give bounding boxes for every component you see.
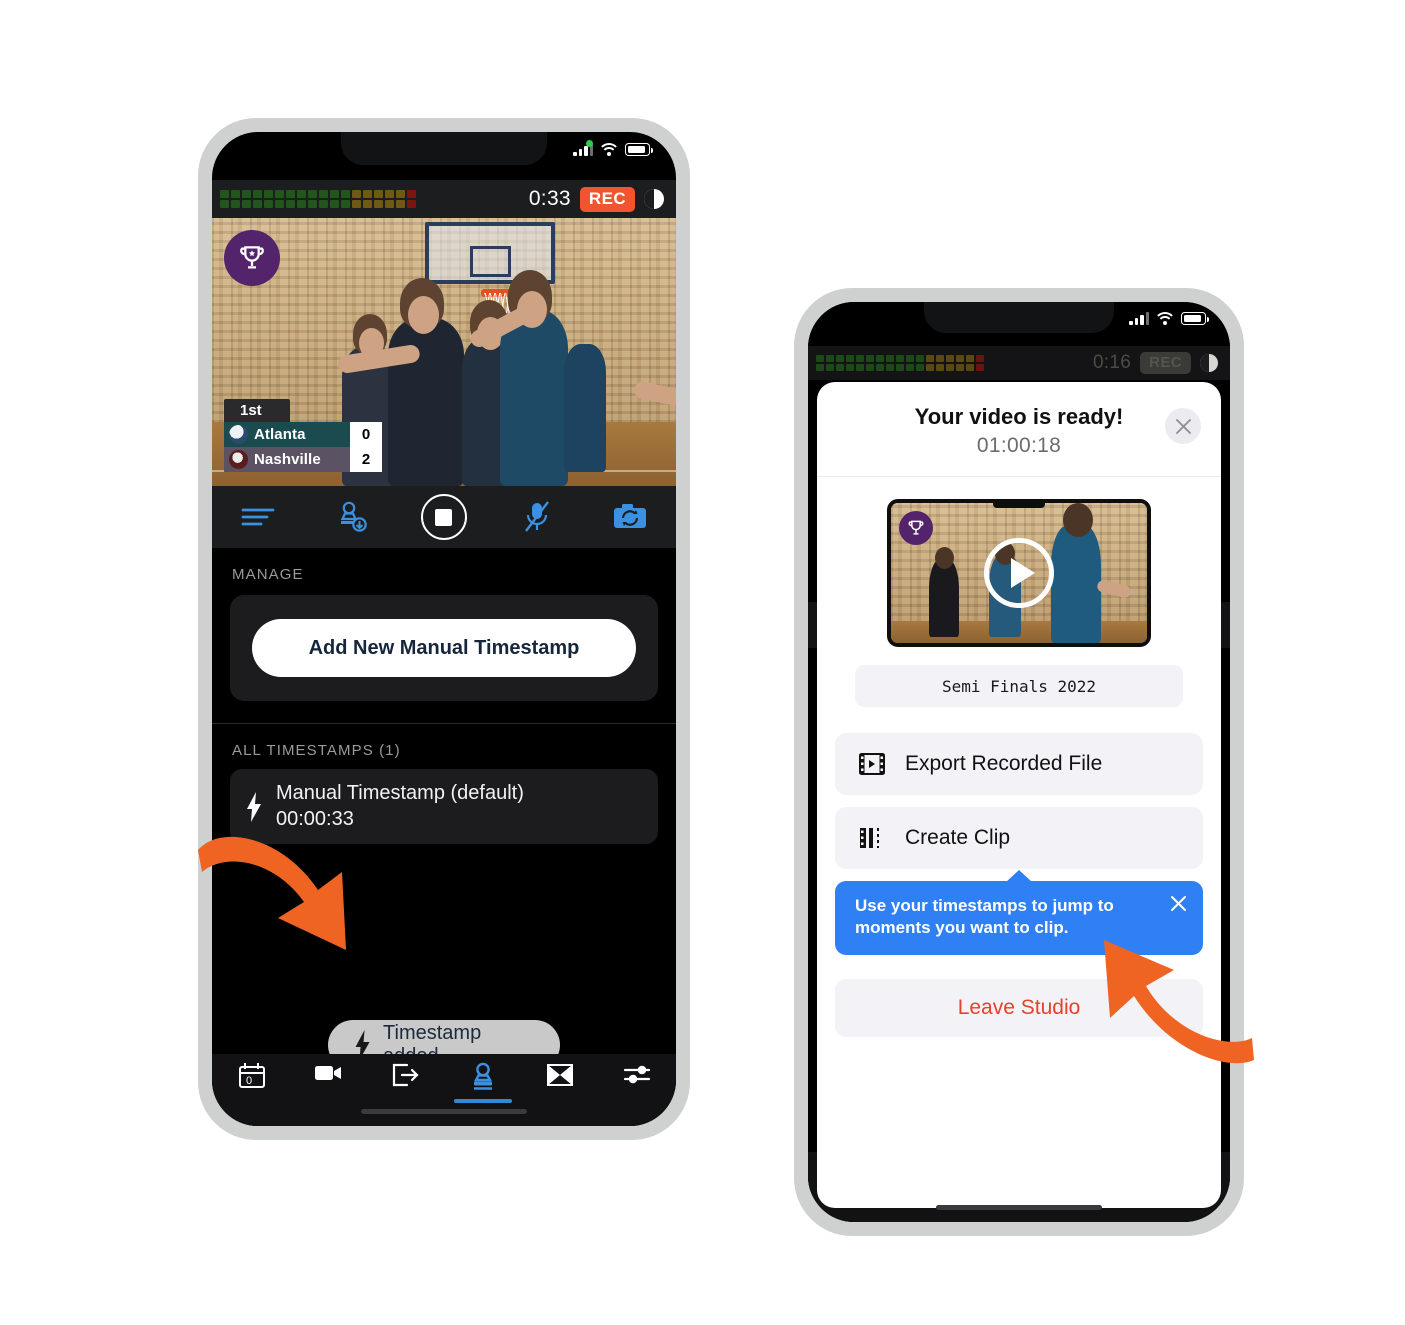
rec-status-group: 0:16 REC — [1093, 352, 1218, 374]
device-notch — [993, 503, 1045, 508]
tooltip-text: Use your timestamps to jump to moments y… — [855, 896, 1114, 938]
add-new-manual-timestamp-button[interactable]: Add New Manual Timestamp — [252, 619, 636, 677]
sidebar-item-export[interactable] — [367, 1062, 444, 1088]
scoreboard-overlay: 1st Atlanta 0 Nashville 2 — [224, 399, 382, 472]
trophy-badge-icon — [224, 230, 280, 286]
sidebar-item-scoreboard[interactable]: 0 — [212, 1062, 289, 1090]
phone-right: 0:16 REC Your video is ready! 01:00:18 S… — [794, 288, 1244, 1236]
home-indicator — [361, 1109, 527, 1114]
battery-icon — [625, 143, 653, 156]
manage-card: Add New Manual Timestamp — [230, 595, 658, 701]
mic-muted-icon[interactable] — [490, 500, 583, 534]
add-stamp-icon[interactable] — [305, 500, 398, 534]
recording-app-bar: 0:33 REC — [212, 180, 676, 218]
live-video-preview[interactable]: 1st Atlanta 0 Nashville 2 — [212, 218, 676, 486]
elapsed-time: 0:16 — [1092, 352, 1132, 373]
screenshot-canvas: 0:33 REC 1st Atlanta 0 Nashville 2 MANAG… — [0, 0, 1405, 1325]
modal-actions: Export Recorded File Create Clip — [817, 733, 1221, 869]
player-figure — [564, 344, 606, 472]
ios-status-bar — [573, 143, 653, 156]
timestamps-panel: MANAGE Add New Manual Timestamp ALL TIME… — [212, 548, 676, 1126]
team-name: Nashville — [254, 451, 321, 468]
scoreboard-period: 1st — [224, 399, 290, 422]
lines-menu-icon[interactable] — [212, 506, 305, 528]
timestamp-time: 00:00:33 — [276, 808, 354, 830]
close-x-icon[interactable] — [1170, 895, 1187, 918]
all-timestamps-section-label: ALL TIMESTAMPS (1) — [232, 742, 401, 759]
battery-icon — [1181, 312, 1209, 325]
audio-vu-meter-icon — [220, 190, 416, 208]
home-indicator — [936, 1205, 1102, 1210]
play-button-icon[interactable] — [984, 538, 1054, 608]
eagle-logo-icon — [229, 425, 248, 444]
wifi-icon — [1156, 312, 1174, 325]
device-notch — [924, 302, 1114, 333]
svg-text:0: 0 — [246, 1075, 252, 1087]
rec-badge: REC — [579, 186, 635, 212]
action-label: Create Clip — [905, 826, 1011, 849]
modal-header: Your video is ready! 01:00:18 — [817, 382, 1221, 477]
sidebar-item-timestamps[interactable] — [444, 1062, 521, 1103]
active-tab-underline — [453, 1099, 512, 1103]
create-clip-button[interactable]: Create Clip — [835, 807, 1203, 869]
scoreboard-row: Nashville 2 — [224, 447, 382, 472]
switch-camera-icon[interactable] — [583, 503, 676, 531]
player-figure — [500, 310, 568, 486]
rec-status-group: 0:33 REC — [528, 186, 664, 212]
team-name: Atlanta — [254, 426, 306, 443]
recording-control-bar — [212, 486, 676, 548]
export-recorded-file-button[interactable]: Export Recorded File — [835, 733, 1203, 795]
film-export-icon — [859, 753, 885, 775]
lightning-bolt-icon — [247, 791, 261, 822]
player-figure — [1051, 525, 1101, 643]
bottom-navigation: 0 — [212, 1054, 676, 1126]
video-title-field[interactable]: Semi Finals 2022 — [855, 665, 1183, 707]
recording-app-bar: 0:16 REC — [808, 346, 1230, 380]
video-duration: 01:00:18 — [976, 434, 1062, 457]
player-head — [1063, 503, 1093, 537]
sidebar-item-camera[interactable] — [289, 1062, 366, 1084]
trophy-badge-icon — [899, 511, 933, 545]
player-figure — [929, 559, 959, 637]
stop-record-button[interactable] — [398, 494, 491, 540]
team-score: 0 — [350, 422, 382, 447]
green-recording-dot-icon — [586, 140, 593, 147]
video-thumbnail[interactable] — [887, 499, 1151, 647]
page-title: Your video is ready! — [914, 404, 1124, 429]
team-score: 2 — [350, 447, 382, 472]
player-head — [935, 547, 954, 569]
scoreboard-row: Atlanta 0 — [224, 422, 382, 447]
phone-right-screen: 0:16 REC Your video is ready! 01:00:18 S… — [808, 302, 1230, 1222]
wolf-logo-icon — [229, 450, 248, 469]
leave-studio-button[interactable]: Leave Studio — [835, 979, 1203, 1038]
manage-section-label: MANAGE — [232, 566, 304, 583]
video-thumbnail-wrap — [817, 499, 1221, 647]
device-notch — [341, 132, 547, 165]
film-clip-icon — [860, 828, 879, 848]
video-ready-modal: Your video is ready! 01:00:18 Semi Final… — [817, 382, 1221, 1208]
timestamps-tooltip: Use your timestamps to jump to moments y… — [835, 881, 1203, 956]
cellular-signal-icon — [1129, 312, 1149, 325]
elapsed-time: 0:33 — [528, 187, 571, 210]
sidebar-item-transitions[interactable] — [521, 1062, 598, 1088]
sidebar-item-settings[interactable] — [599, 1062, 676, 1086]
wifi-icon — [600, 143, 618, 156]
rec-badge: REC — [1140, 352, 1191, 374]
ios-status-bar — [1129, 312, 1209, 325]
list-item[interactable]: Manual Timestamp (default) 00:00:33 — [230, 769, 658, 844]
player-head — [408, 296, 439, 334]
audio-vu-meter-icon — [816, 355, 984, 371]
half-moon-storage-icon — [1200, 354, 1218, 372]
phone-left: 0:33 REC 1st Atlanta 0 Nashville 2 MANAG… — [198, 118, 690, 1140]
action-label: Export Recorded File — [905, 752, 1103, 775]
phone-left-screen: 0:33 REC 1st Atlanta 0 Nashville 2 MANAG… — [212, 132, 676, 1126]
timestamp-title: Manual Timestamp (default) — [276, 782, 524, 804]
close-x-icon[interactable] — [1165, 408, 1201, 444]
half-moon-storage-icon — [644, 189, 664, 209]
player-figure — [388, 318, 464, 486]
